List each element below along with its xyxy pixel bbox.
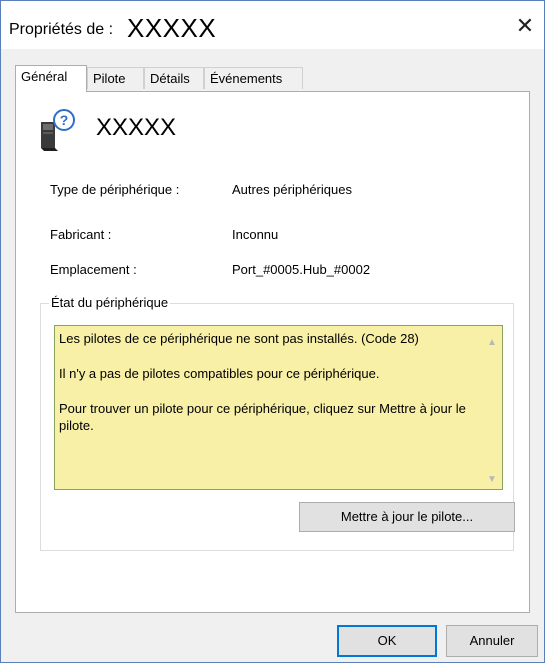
unknown-device-icon: ? [41,109,75,151]
device-type-label: Type de périphérique : [50,182,180,197]
tab-strip: Général Pilote Détails Événements [15,65,535,92]
close-icon: ✕ [515,13,535,38]
status-line-no-driver: Il n'y a pas de pilotes compatibles pour… [59,366,380,381]
ok-button[interactable]: OK [337,625,437,657]
tab-driver[interactable]: Pilote [87,67,144,89]
manufacturer-label: Fabricant : [50,227,112,242]
update-driver-button[interactable]: Mettre à jour le pilote... [299,502,515,532]
tab-details[interactable]: Détails [144,67,204,89]
device-status-text: Les pilotes de ce périphérique ne sont p… [59,330,479,452]
dialog-title-device-name: XXXXX [127,13,217,43]
device-status-legend: État du périphérique [49,295,171,310]
cancel-button[interactable]: Annuler [446,625,538,657]
properties-dialog: Propriétés de : XXXXX ✕ Général Pilote D… [0,0,545,663]
general-tab-panel: ? XXXXX Type de périphérique : Autres pé… [15,91,530,613]
device-name: XXXXX [96,114,177,141]
status-line-code: Les pilotes de ce périphérique ne sont p… [59,331,419,346]
device-status-textbox[interactable]: Les pilotes de ce périphérique ne sont p… [54,325,503,490]
close-button[interactable]: ✕ [506,9,544,43]
dialog-title-prefix: Propriétés de : [9,21,114,38]
tab-general[interactable]: Général [15,65,87,92]
location-label: Emplacement : [50,262,137,277]
svg-text:?: ? [60,112,69,128]
title-bar: Propriétés de : XXXXX ✕ [1,1,544,49]
scroll-up-icon[interactable]: ▲ [486,334,498,348]
device-type-value: Autres périphériques [232,182,352,197]
scroll-down-icon[interactable]: ▼ [486,471,498,485]
device-status-group: État du périphérique Les pilotes de ce p… [40,295,515,551]
tab-events[interactable]: Événements [204,67,303,89]
manufacturer-value: Inconnu [232,227,279,242]
status-line-instructions: Pour trouver un pilote pour ce périphéri… [59,401,466,433]
location-value: Port_#0005.Hub_#0002 [232,262,371,277]
